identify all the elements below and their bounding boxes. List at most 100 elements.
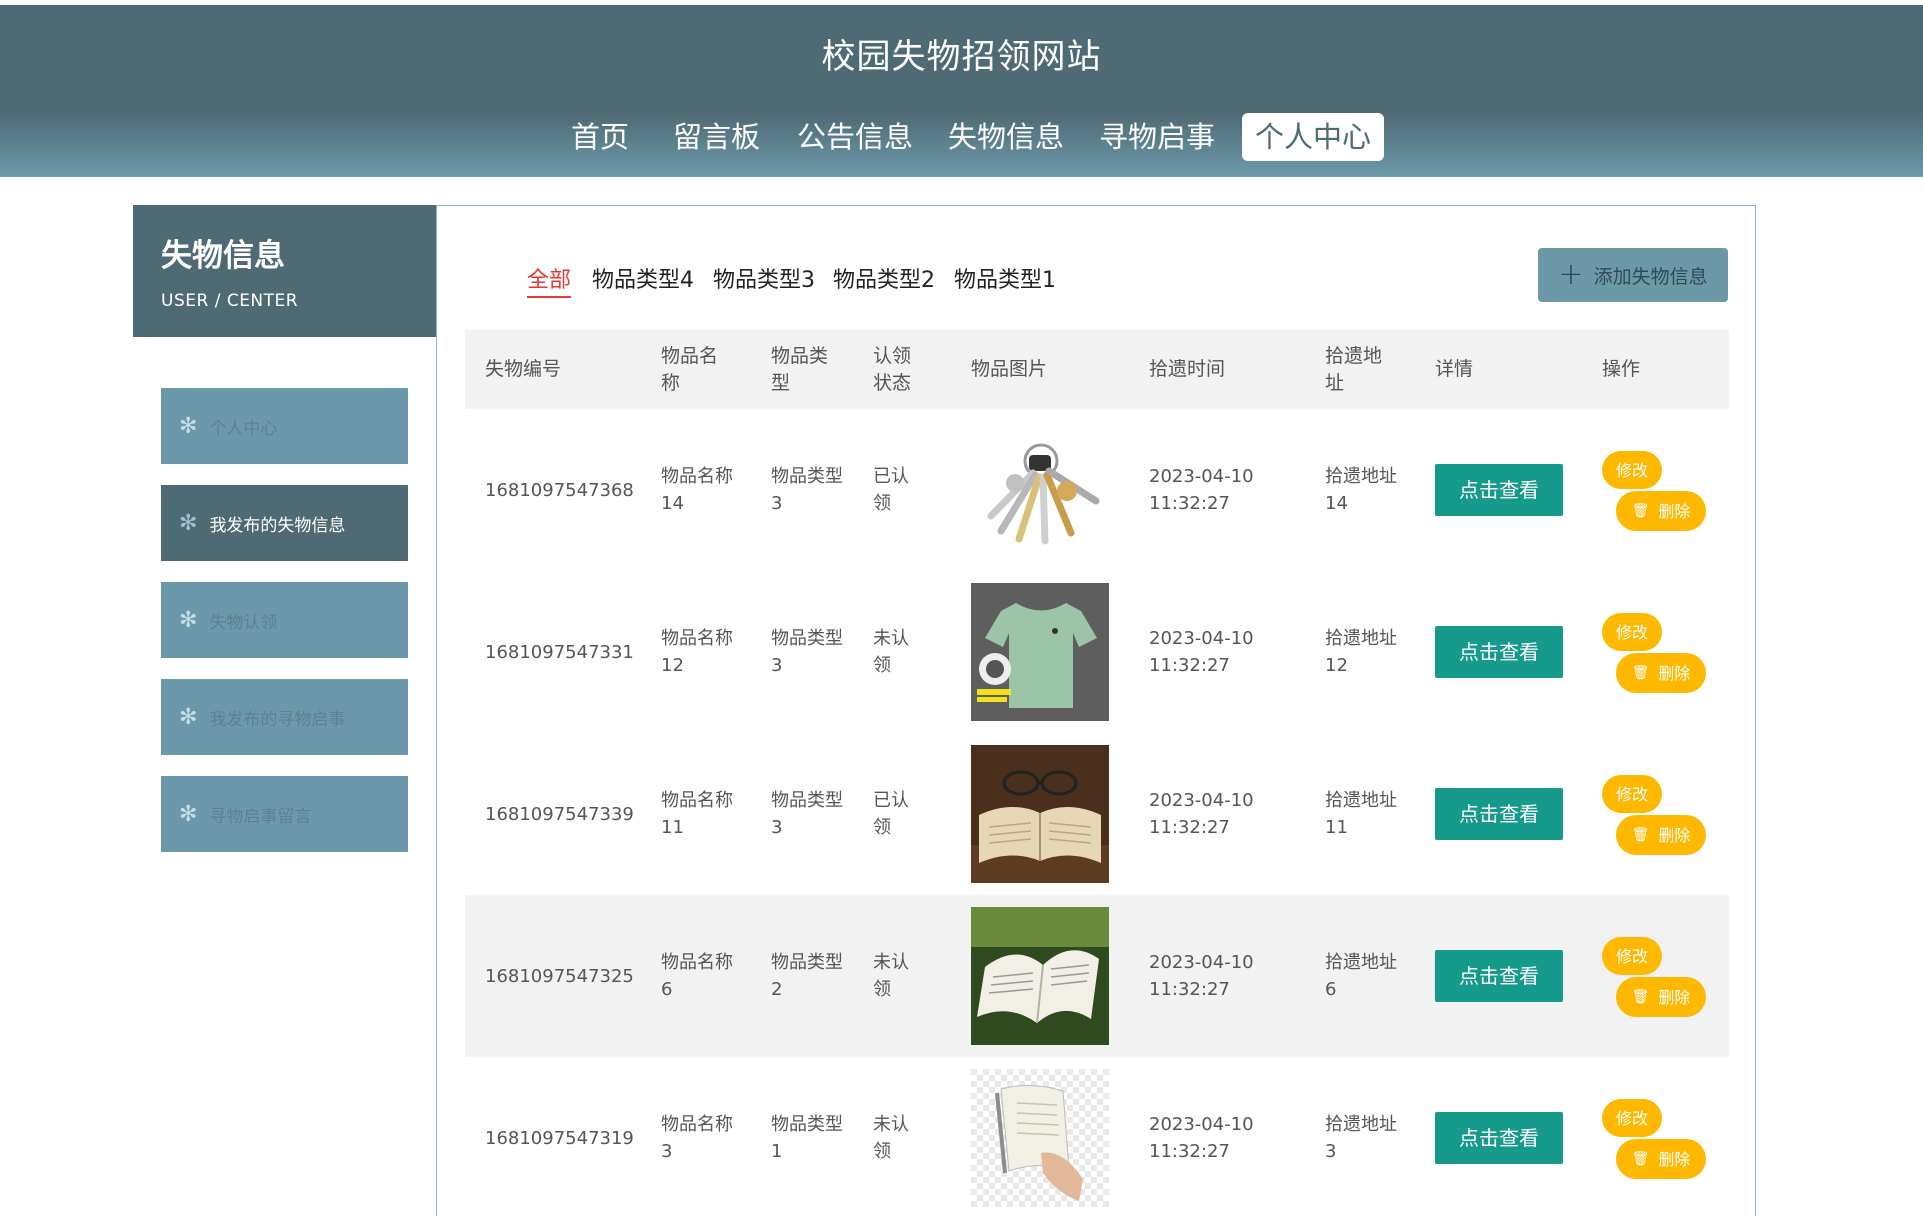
item-type: 物品类型3 [771, 466, 843, 514]
item-id: 1681097547319 [485, 1127, 634, 1149]
add-lost-item-button[interactable]: + 添加失物信息 [1538, 248, 1728, 302]
site-title: 校园失物招领网站 [821, 37, 1102, 77]
found-address: 拾遗地址6 [1325, 952, 1397, 1000]
gear-icon: ✻ [179, 607, 198, 633]
claim-status: 未认领 [873, 1114, 909, 1162]
sidebar-item-my-lost-items[interactable]: ✻ 我发布的失物信息 [161, 485, 408, 561]
trash-icon: 🗑 [1631, 664, 1650, 681]
gear-icon: ✻ [179, 413, 198, 439]
claim-status: 已认领 [873, 466, 909, 514]
sidebar-item-user-center[interactable]: ✻ 个人中心 [161, 388, 408, 464]
filter-type-2[interactable]: 物品类型2 [833, 262, 935, 294]
gear-icon: ✻ [179, 510, 198, 536]
sidebar-item-claims[interactable]: ✻ 失物认领 [161, 582, 408, 658]
sidebar-subtitle: USER / CENTER [161, 291, 299, 311]
found-time: 2023-04-10 11:32:27 [1149, 952, 1254, 1000]
sidebar-item-notice-comments[interactable]: ✻ 寻物启事留言 [161, 776, 408, 852]
edit-button[interactable]: 修改 [1602, 1099, 1662, 1137]
view-details-button[interactable]: 点击查看 [1435, 626, 1563, 678]
table-row: 1681097547339 物品名称11 物品类型3 已认领 2023-04-1… [465, 733, 1729, 895]
filter-type-4[interactable]: 物品类型4 [592, 262, 694, 294]
nav-user-center[interactable]: 个人中心 [1242, 113, 1385, 161]
item-name: 物品名称12 [661, 628, 733, 676]
gear-icon: ✻ [179, 801, 198, 827]
col-header-detail: 详情 [1435, 358, 1474, 380]
item-type: 物品类型1 [771, 1114, 843, 1162]
edit-button[interactable]: 修改 [1602, 613, 1662, 651]
item-type: 物品类型3 [771, 790, 843, 838]
item-name: 物品名称3 [661, 1114, 733, 1162]
filter-all[interactable]: 全部 [527, 262, 572, 298]
add-button-label: 添加失物信息 [1593, 265, 1708, 288]
delete-button[interactable]: 🗑 删除 [1616, 491, 1706, 531]
found-time: 2023-04-10 11:32:27 [1149, 790, 1254, 838]
found-address: 拾遗地址11 [1325, 790, 1397, 838]
delete-button[interactable]: 🗑 删除 [1616, 653, 1706, 693]
item-type: 物品类型2 [771, 952, 843, 1000]
lost-items-table: 失物编号 物品名称 物品类型 认领状态 物品图片 拾遗时间 拾遗地址 详情 操作… [465, 330, 1729, 1216]
table-row: 1681097547331 物品名称12 物品类型3 未认领 2023-04-1… [465, 571, 1729, 733]
sidebar-item-label: 我发布的失物信息 [209, 515, 346, 536]
col-header-name: 物品名称 [661, 344, 719, 394]
item-name: 物品名称6 [661, 952, 733, 1000]
edit-button[interactable]: 修改 [1602, 451, 1662, 489]
nav-lost-items[interactable]: 失物信息 [948, 113, 1064, 161]
table-header: 失物编号 物品名称 物品类型 认领状态 物品图片 拾遗时间 拾遗地址 详情 操作 [465, 330, 1729, 409]
sidebar-item-label: 我发布的寻物启事 [209, 709, 346, 730]
sidebar-item-label: 寻物启事留言 [209, 806, 312, 827]
delete-button[interactable]: 🗑 删除 [1616, 977, 1706, 1017]
nav-announcements[interactable]: 公告信息 [797, 113, 913, 161]
sidebar-item-label: 个人中心 [209, 418, 278, 439]
sidebar-header: 失物信息 USER / CENTER [133, 205, 436, 337]
table-body: 1681097547368 物品名称14 物品类型3 已认领 2023-04-1… [465, 409, 1729, 1216]
sidebar-item-my-notices[interactable]: ✻ 我发布的寻物启事 [161, 679, 408, 755]
book-grass-photo[interactable] [971, 907, 1109, 1045]
delete-button[interactable]: 🗑 删除 [1616, 1139, 1706, 1179]
book-hand-photo[interactable] [971, 1069, 1109, 1207]
col-header-type: 物品类型 [771, 344, 829, 394]
trash-icon: 🗑 [1631, 826, 1650, 843]
site-header: 校园失物招领网站 首页 留言板 公告信息 失物信息 寻物启事 个人中心 [0, 5, 1923, 177]
sidebar-title: 失物信息 [161, 238, 285, 274]
item-id: 1681097547331 [485, 641, 634, 663]
nav-message-board[interactable]: 留言板 [673, 113, 760, 161]
content-panel: 全部 物品类型4 物品类型3 物品类型2 物品类型1 + 添加失物信息 失物编号… [436, 205, 1756, 1216]
item-id: 1681097547339 [485, 803, 634, 825]
nav-home[interactable]: 首页 [571, 113, 629, 161]
claim-status: 未认领 [873, 952, 909, 1000]
trash-icon: 🗑 [1631, 988, 1650, 1005]
main-nav: 首页 留言板 公告信息 失物信息 寻物启事 个人中心 [0, 113, 1923, 163]
item-id: 1681097547368 [485, 479, 634, 501]
table-row: 1681097547325 物品名称6 物品类型2 未认领 2023-04-10… [465, 895, 1729, 1057]
view-details-button[interactable]: 点击查看 [1435, 788, 1563, 840]
trash-icon: 🗑 [1631, 1150, 1650, 1167]
found-time: 2023-04-10 11:32:27 [1149, 628, 1254, 676]
found-address: 拾遗地址14 [1325, 466, 1397, 514]
edit-button[interactable]: 修改 [1602, 937, 1662, 975]
filter-type-3[interactable]: 物品类型3 [713, 262, 815, 294]
edit-button[interactable]: 修改 [1602, 775, 1662, 813]
nav-lost-notices[interactable]: 寻物启事 [1099, 113, 1215, 161]
col-header-image: 物品图片 [971, 358, 1048, 380]
book-glasses-photo[interactable] [971, 745, 1109, 883]
keys-photo[interactable] [971, 421, 1109, 559]
item-name: 物品名称14 [661, 466, 733, 514]
trash-icon: 🗑 [1631, 502, 1650, 519]
view-details-button[interactable]: 点击查看 [1435, 950, 1563, 1002]
claim-status: 未认领 [873, 628, 909, 676]
item-name: 物品名称11 [661, 790, 733, 838]
table-row: 1681097547368 物品名称14 物品类型3 已认领 2023-04-1… [465, 409, 1729, 571]
view-details-button[interactable]: 点击查看 [1435, 464, 1563, 516]
claim-status: 已认领 [873, 790, 909, 838]
found-address: 拾遗地址3 [1325, 1114, 1397, 1162]
col-header-address: 拾遗地址 [1325, 344, 1383, 394]
found-time: 2023-04-10 11:32:27 [1149, 466, 1254, 514]
filter-type-1[interactable]: 物品类型1 [954, 262, 1056, 294]
view-details-button[interactable]: 点击查看 [1435, 1112, 1563, 1164]
col-header-actions: 操作 [1602, 358, 1641, 380]
found-time: 2023-04-10 11:32:27 [1149, 1114, 1254, 1162]
col-header-status: 认领状态 [873, 344, 912, 394]
found-address: 拾遗地址12 [1325, 628, 1397, 676]
delete-button[interactable]: 🗑 删除 [1616, 815, 1706, 855]
tshirt-photo[interactable] [971, 583, 1109, 721]
